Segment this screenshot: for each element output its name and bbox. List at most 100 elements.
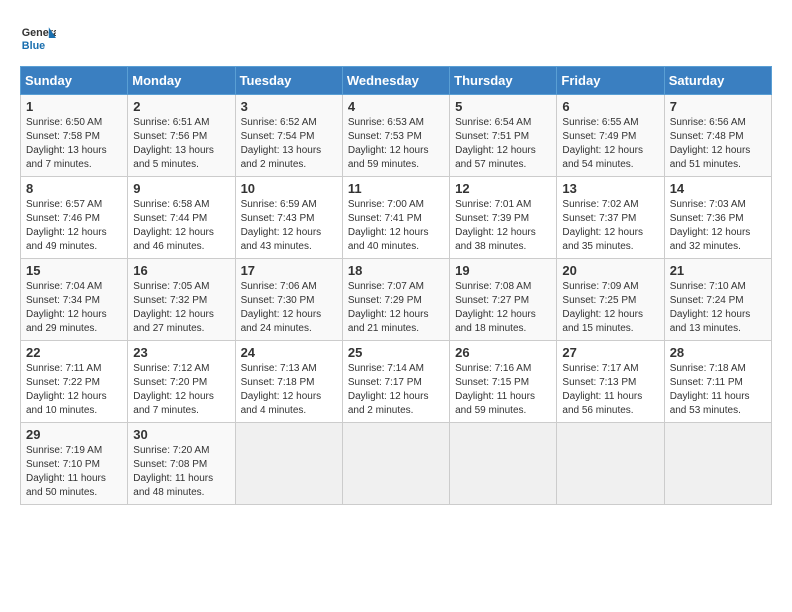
day-number: 10	[241, 181, 337, 196]
day-info: Sunrise: 7:16 AM Sunset: 7:15 PM Dayligh…	[455, 362, 551, 418]
header-tuesday: Tuesday	[235, 67, 342, 95]
svg-text:Blue: Blue	[22, 40, 45, 52]
calendar-cell: 25 Sunrise: 7:14 AM Sunset: 7:17 PM Dayli…	[342, 341, 449, 423]
day-info: Sunrise: 7:04 AM Sunset: 7:34 PM Dayligh…	[26, 280, 122, 336]
calendar-cell	[342, 423, 449, 505]
day-number: 5	[455, 99, 551, 114]
day-number: 9	[133, 181, 229, 196]
day-info: Sunrise: 6:52 AM Sunset: 7:54 PM Dayligh…	[241, 116, 337, 172]
day-number: 15	[26, 263, 122, 278]
calendar-header-row: SundayMondayTuesdayWednesdayThursdayFrid…	[21, 67, 772, 95]
calendar-cell: 8 Sunrise: 6:57 AM Sunset: 7:46 PM Daylig…	[21, 177, 128, 259]
day-info: Sunrise: 6:51 AM Sunset: 7:56 PM Dayligh…	[133, 116, 229, 172]
day-number: 19	[455, 263, 551, 278]
calendar-week-4: 22 Sunrise: 7:11 AM Sunset: 7:22 PM Dayli…	[21, 341, 772, 423]
day-info: Sunrise: 7:19 AM Sunset: 7:10 PM Dayligh…	[26, 444, 122, 500]
day-number: 13	[562, 181, 658, 196]
day-number: 8	[26, 181, 122, 196]
day-info: Sunrise: 6:54 AM Sunset: 7:51 PM Dayligh…	[455, 116, 551, 172]
calendar-cell: 14 Sunrise: 7:03 AM Sunset: 7:36 PM Dayli…	[664, 177, 771, 259]
day-number: 23	[133, 345, 229, 360]
calendar-cell: 22 Sunrise: 7:11 AM Sunset: 7:22 PM Dayli…	[21, 341, 128, 423]
day-info: Sunrise: 7:13 AM Sunset: 7:18 PM Dayligh…	[241, 362, 337, 418]
calendar-cell	[664, 423, 771, 505]
calendar-cell: 27 Sunrise: 7:17 AM Sunset: 7:13 PM Dayli…	[557, 341, 664, 423]
day-number: 24	[241, 345, 337, 360]
day-number: 16	[133, 263, 229, 278]
day-info: Sunrise: 7:10 AM Sunset: 7:24 PM Dayligh…	[670, 280, 766, 336]
day-number: 21	[670, 263, 766, 278]
calendar-cell: 18 Sunrise: 7:07 AM Sunset: 7:29 PM Dayli…	[342, 259, 449, 341]
day-number: 30	[133, 427, 229, 442]
day-info: Sunrise: 7:14 AM Sunset: 7:17 PM Dayligh…	[348, 362, 444, 418]
calendar-cell	[235, 423, 342, 505]
day-number: 2	[133, 99, 229, 114]
day-info: Sunrise: 7:00 AM Sunset: 7:41 PM Dayligh…	[348, 198, 444, 254]
header-monday: Monday	[128, 67, 235, 95]
day-info: Sunrise: 6:50 AM Sunset: 7:58 PM Dayligh…	[26, 116, 122, 172]
calendar-cell: 15 Sunrise: 7:04 AM Sunset: 7:34 PM Dayli…	[21, 259, 128, 341]
day-info: Sunrise: 6:55 AM Sunset: 7:49 PM Dayligh…	[562, 116, 658, 172]
header-friday: Friday	[557, 67, 664, 95]
day-info: Sunrise: 6:53 AM Sunset: 7:53 PM Dayligh…	[348, 116, 444, 172]
calendar-cell: 5 Sunrise: 6:54 AM Sunset: 7:51 PM Daylig…	[450, 95, 557, 177]
calendar-cell: 26 Sunrise: 7:16 AM Sunset: 7:15 PM Dayli…	[450, 341, 557, 423]
day-number: 14	[670, 181, 766, 196]
calendar-cell: 24 Sunrise: 7:13 AM Sunset: 7:18 PM Dayli…	[235, 341, 342, 423]
day-number: 4	[348, 99, 444, 114]
calendar-cell: 21 Sunrise: 7:10 AM Sunset: 7:24 PM Dayli…	[664, 259, 771, 341]
calendar-cell: 4 Sunrise: 6:53 AM Sunset: 7:53 PM Daylig…	[342, 95, 449, 177]
day-info: Sunrise: 7:17 AM Sunset: 7:13 PM Dayligh…	[562, 362, 658, 418]
day-info: Sunrise: 7:11 AM Sunset: 7:22 PM Dayligh…	[26, 362, 122, 418]
calendar-cell: 30 Sunrise: 7:20 AM Sunset: 7:08 PM Dayli…	[128, 423, 235, 505]
calendar-cell: 6 Sunrise: 6:55 AM Sunset: 7:49 PM Daylig…	[557, 95, 664, 177]
calendar-cell: 12 Sunrise: 7:01 AM Sunset: 7:39 PM Dayli…	[450, 177, 557, 259]
day-info: Sunrise: 7:12 AM Sunset: 7:20 PM Dayligh…	[133, 362, 229, 418]
calendar-cell: 16Sunrise: 7:05 AM Sunset: 7:32 PM Dayli…	[128, 259, 235, 341]
calendar-cell: 3 Sunrise: 6:52 AM Sunset: 7:54 PM Daylig…	[235, 95, 342, 177]
day-info: Sunrise: 7:20 AM Sunset: 7:08 PM Dayligh…	[133, 444, 229, 500]
calendar-cell: 23 Sunrise: 7:12 AM Sunset: 7:20 PM Dayli…	[128, 341, 235, 423]
calendar-cell: 28 Sunrise: 7:18 AM Sunset: 7:11 PM Dayli…	[664, 341, 771, 423]
day-number: 3	[241, 99, 337, 114]
calendar-week-5: 29 Sunrise: 7:19 AM Sunset: 7:10 PM Dayli…	[21, 423, 772, 505]
day-info: Sunrise: 6:59 AM Sunset: 7:43 PM Dayligh…	[241, 198, 337, 254]
day-info: Sunrise: 6:57 AM Sunset: 7:46 PM Dayligh…	[26, 198, 122, 254]
day-number: 18	[348, 263, 444, 278]
day-info: Sunrise: 7:09 AM Sunset: 7:25 PM Dayligh…	[562, 280, 658, 336]
calendar-cell: 2 Sunrise: 6:51 AM Sunset: 7:56 PM Daylig…	[128, 95, 235, 177]
calendar-cell: 17Sunrise: 7:06 AM Sunset: 7:30 PM Dayli…	[235, 259, 342, 341]
calendar-cell: 29 Sunrise: 7:19 AM Sunset: 7:10 PM Dayli…	[21, 423, 128, 505]
day-number: 27	[562, 345, 658, 360]
day-info: Sunrise: 7:18 AM Sunset: 7:11 PM Dayligh…	[670, 362, 766, 418]
day-info: Sunrise: 7:01 AM Sunset: 7:39 PM Dayligh…	[455, 198, 551, 254]
day-info: Sunrise: 6:56 AM Sunset: 7:48 PM Dayligh…	[670, 116, 766, 172]
day-number: 6	[562, 99, 658, 114]
day-info: Sunrise: 6:58 AM Sunset: 7:44 PM Dayligh…	[133, 198, 229, 254]
day-number: 22	[26, 345, 122, 360]
calendar-week-2: 8 Sunrise: 6:57 AM Sunset: 7:46 PM Daylig…	[21, 177, 772, 259]
day-info: Sunrise: 7:06 AM Sunset: 7:30 PM Dayligh…	[241, 280, 337, 336]
day-number: 11	[348, 181, 444, 196]
day-info: Sunrise: 7:08 AM Sunset: 7:27 PM Dayligh…	[455, 280, 551, 336]
day-number: 29	[26, 427, 122, 442]
calendar-cell	[450, 423, 557, 505]
day-info: Sunrise: 7:07 AM Sunset: 7:29 PM Dayligh…	[348, 280, 444, 336]
calendar-week-3: 15 Sunrise: 7:04 AM Sunset: 7:34 PM Dayli…	[21, 259, 772, 341]
calendar-week-1: 1Sunrise: 6:50 AM Sunset: 7:58 PM Daylig…	[21, 95, 772, 177]
calendar-cell: 9 Sunrise: 6:58 AM Sunset: 7:44 PM Daylig…	[128, 177, 235, 259]
day-number: 25	[348, 345, 444, 360]
calendar-cell	[557, 423, 664, 505]
calendar-table: SundayMondayTuesdayWednesdayThursdayFrid…	[20, 66, 772, 505]
header-thursday: Thursday	[450, 67, 557, 95]
day-number: 12	[455, 181, 551, 196]
day-number: 26	[455, 345, 551, 360]
header-sunday: Sunday	[21, 67, 128, 95]
calendar-cell: 7Sunrise: 6:56 AM Sunset: 7:48 PM Daylig…	[664, 95, 771, 177]
calendar-cell: 11 Sunrise: 7:00 AM Sunset: 7:41 PM Dayli…	[342, 177, 449, 259]
day-info: Sunrise: 7:02 AM Sunset: 7:37 PM Dayligh…	[562, 198, 658, 254]
day-number: 28	[670, 345, 766, 360]
day-number: 20	[562, 263, 658, 278]
day-info: Sunrise: 7:03 AM Sunset: 7:36 PM Dayligh…	[670, 198, 766, 254]
header-wednesday: Wednesday	[342, 67, 449, 95]
